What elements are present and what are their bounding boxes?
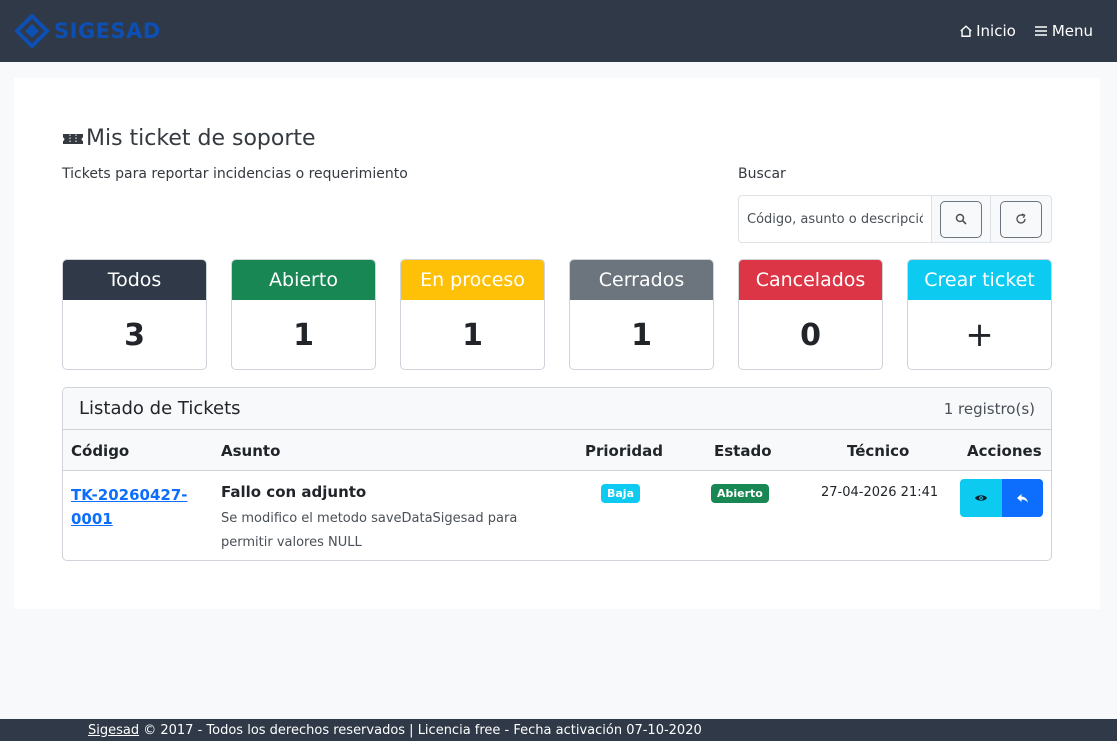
nav-links: Inicio Menu xyxy=(959,22,1093,40)
stat-cancelados-label: Cancelados xyxy=(739,260,882,300)
table-header-row: Código Asunto Prioridad Estado Técnico A… xyxy=(63,430,1051,471)
brand-name: SIGESAD xyxy=(54,19,161,43)
brand-logo-icon xyxy=(14,13,50,49)
stat-en-proceso-label: En proceso xyxy=(401,260,544,300)
stat-cerrados-value: 1 xyxy=(631,317,652,353)
page-subtitle: Tickets para reportar incidencias o requ… xyxy=(62,166,408,182)
stat-cancelados[interactable]: Cancelados 0 xyxy=(738,259,883,370)
footer: Sigesad © 2017 - Todos los derechos rese… xyxy=(0,719,1117,741)
main-card: Mis ticket de soporte Tickets para repor… xyxy=(14,78,1100,609)
search-input[interactable] xyxy=(739,196,932,242)
footer-text: © 2017 - Todos los derechos reservados |… xyxy=(139,722,702,738)
ticket-date: 27-04-2026 21:41 xyxy=(821,485,939,500)
col-tecnico: Técnico xyxy=(847,442,910,460)
col-acciones: Acciones xyxy=(967,442,1042,460)
col-codigo: Código xyxy=(71,442,130,460)
footer-sigesad-link[interactable]: Sigesad xyxy=(88,723,139,738)
reply-ticket-button[interactable] xyxy=(1001,479,1043,517)
nav-home-link[interactable]: Inicio xyxy=(959,22,1016,40)
stat-abierto-label: Abierto xyxy=(232,260,375,300)
nav-home-label: Inicio xyxy=(976,22,1016,40)
stat-cancelados-value: 0 xyxy=(800,317,821,353)
search-label: Buscar xyxy=(738,166,786,182)
refresh-button[interactable] xyxy=(1000,200,1043,238)
stat-abierto-value: 1 xyxy=(293,317,314,353)
hamburger-icon xyxy=(1034,26,1047,36)
status-badge: Abierto xyxy=(711,484,769,503)
page-title: Mis ticket de soporte xyxy=(62,126,316,151)
plus-icon: + xyxy=(965,315,994,355)
tickets-record-count: 1 registro(s) xyxy=(943,399,1035,418)
stat-en-proceso-value: 1 xyxy=(462,317,483,353)
col-asunto: Asunto xyxy=(221,442,281,460)
search-icon xyxy=(955,213,967,225)
reply-icon xyxy=(1016,493,1028,503)
ticket-code-line2: 0001 xyxy=(71,510,113,528)
nav-menu-link[interactable]: Menu xyxy=(1033,22,1093,40)
navbar: SIGESAD Inicio Menu xyxy=(0,0,1117,62)
stat-todos[interactable]: Todos 3 xyxy=(62,259,207,370)
search-button-wrap xyxy=(932,196,992,242)
ticket-subject: Fallo con adjunto xyxy=(221,483,367,501)
ticket-icon xyxy=(63,133,83,144)
stat-todos-label: Todos xyxy=(63,260,206,300)
home-icon xyxy=(960,25,972,37)
stat-en-proceso[interactable]: En proceso 1 xyxy=(400,259,545,370)
nav-menu-label: Menu xyxy=(1051,22,1093,40)
ticket-description: Se modifico el metodo saveDataSigesad pa… xyxy=(221,511,518,550)
ticket-code-line1: TK-20260427- xyxy=(71,486,188,504)
view-ticket-button[interactable] xyxy=(960,479,1002,517)
priority-badge: Baja xyxy=(601,484,641,503)
page-title-text: Mis ticket de soporte xyxy=(86,126,316,151)
eye-icon xyxy=(974,495,987,501)
tickets-table-header: Listado de Tickets 1 registro(s) xyxy=(63,388,1051,430)
col-prioridad: Prioridad xyxy=(585,442,663,460)
tickets-table-title: Listado de Tickets xyxy=(79,398,241,419)
tickets-table-card: Listado de Tickets 1 registro(s) Código … xyxy=(62,387,1052,561)
refresh-button-wrap xyxy=(991,196,1051,242)
stat-todos-value: 3 xyxy=(124,317,145,353)
stat-abierto[interactable]: Abierto 1 xyxy=(231,259,376,370)
stat-cerrados-label: Cerrados xyxy=(570,260,713,300)
stat-cerrados[interactable]: Cerrados 1 xyxy=(569,259,714,370)
table-row: TK-20260427- 0001 Fallo con adjunto Se m… xyxy=(63,471,1051,560)
action-buttons xyxy=(960,479,1043,517)
ticket-code-link[interactable]: TK-20260427- 0001 xyxy=(71,483,191,531)
refresh-icon xyxy=(1016,213,1026,224)
brand[interactable]: SIGESAD xyxy=(14,13,161,49)
create-ticket-label: Crear ticket xyxy=(908,260,1051,300)
search-group xyxy=(738,195,1052,243)
col-estado: Estado xyxy=(714,442,772,460)
create-ticket-button[interactable]: Crear ticket + xyxy=(907,259,1052,370)
search-button[interactable] xyxy=(940,200,983,238)
